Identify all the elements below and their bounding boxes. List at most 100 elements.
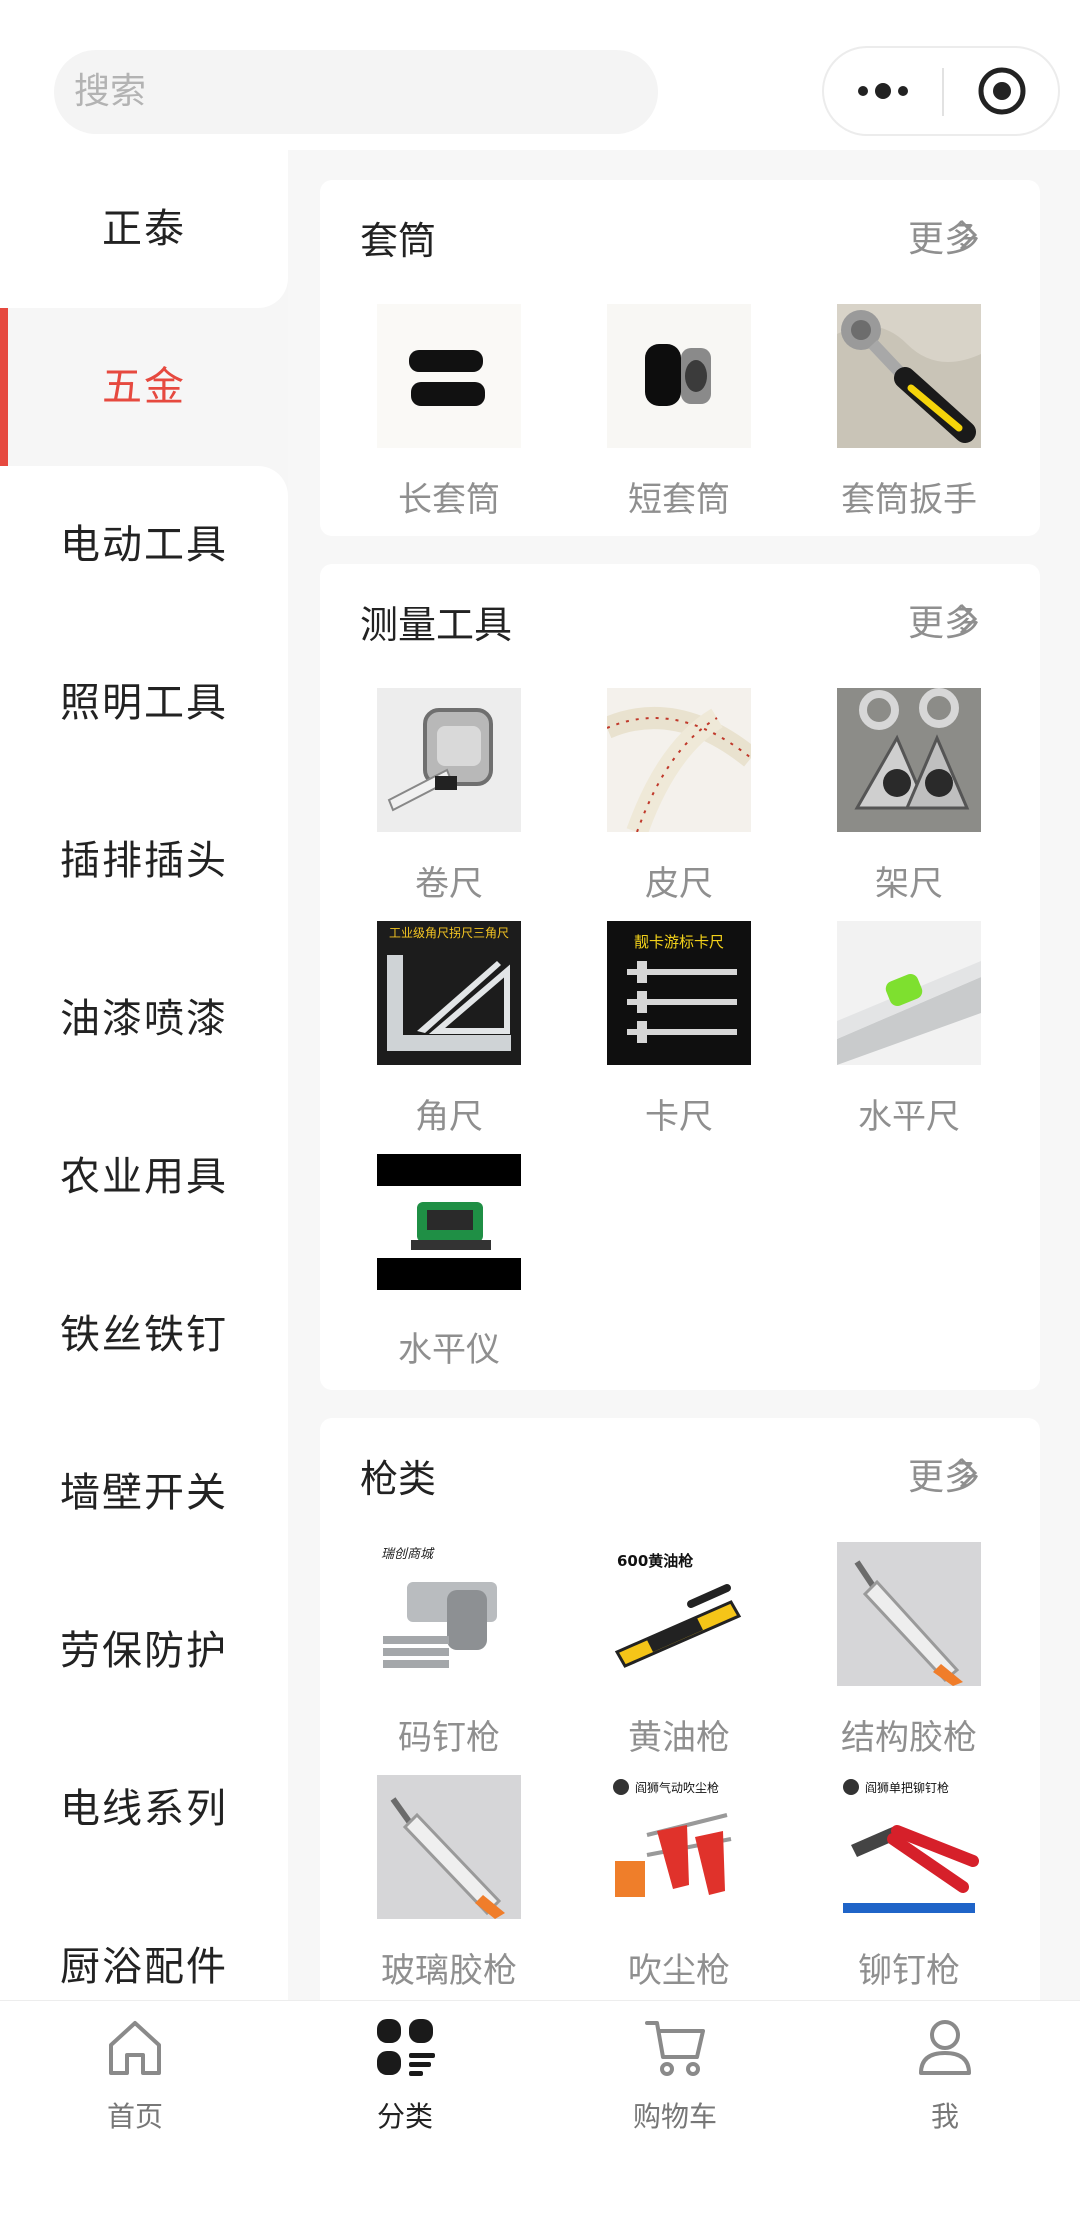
top-bar: 搜索 — [0, 0, 1080, 150]
chevron-right-icon — [959, 603, 978, 635]
product-spirit-level[interactable]: 水平尺 — [780, 921, 1010, 1153]
angle-ruler-image: 工业级角尺拐尺三角尺 — [377, 921, 521, 1065]
air-blow-gun-image: 阎狮气动吹尘枪 — [607, 1775, 751, 1919]
product-label: 吹尘枪 — [628, 1951, 730, 1991]
product-grease-gun[interactable]: 600黄油枪 黄油枪 — [550, 1542, 780, 1774]
chevron-right-icon — [959, 219, 978, 251]
section-measuring-tools: 测量工具 更多 卷尺 皮尺 架尺 工业级角尺拐尺三角尺 角尺 靓卡游标卡尺 卡尺… — [320, 564, 1040, 1390]
cart-icon — [645, 2021, 705, 2076]
product-label: 水平仪 — [398, 1330, 500, 1370]
product-silicone-gun[interactable]: 玻璃胶枪 — [320, 1775, 550, 2000]
product-label: 黄油枪 — [628, 1718, 730, 1758]
staple-gun-caption: 瑞创商城 — [381, 1547, 435, 1562]
product-label: 套筒扳手 — [841, 480, 977, 520]
product-label: 水平尺 — [858, 1097, 960, 1137]
tab-category[interactable]: 分类 — [335, 2015, 475, 2135]
more-options-button[interactable] — [824, 48, 942, 134]
grease-gun-image: 600黄油枪 — [607, 1542, 751, 1686]
target-icon — [978, 67, 1026, 115]
product-cloth-tape[interactable]: 皮尺 — [550, 688, 780, 920]
sidebar-item-lighting-tools[interactable]: 照明工具 — [0, 624, 288, 782]
short-socket-image — [607, 304, 751, 448]
category-content: 套筒 更多 长套筒 短套筒 套筒扳手 测量工具 更多 卷尺 皮尺 架尺 工业级角… — [288, 150, 1080, 2000]
tab-label: 分类 — [376, 2100, 433, 2133]
product-frame-tape[interactable]: 架尺 — [780, 688, 1010, 920]
section-title: 套筒 — [360, 219, 437, 263]
tab-label: 首页 — [106, 2100, 163, 2133]
product-short-socket[interactable]: 短套筒 — [550, 304, 780, 536]
section-title: 枪类 — [360, 1457, 437, 1501]
cloth-tape-image — [607, 688, 751, 832]
product-staple-gun[interactable]: 瑞创商城 码钉枪 — [320, 1542, 550, 1774]
more-link[interactable]: 更多 — [840, 1418, 1040, 1528]
spirit-level-image — [837, 921, 981, 1065]
product-label: 码钉枪 — [398, 1718, 500, 1758]
sidebar-item-power-tools[interactable]: 电动工具 — [0, 466, 288, 624]
product-laser-level[interactable]: 水平仪 — [320, 1154, 550, 1386]
sidebar-item-labor-protection[interactable]: 劳保防护 — [0, 1572, 288, 1730]
tab-cart[interactable]: 购物车 — [605, 2015, 745, 2135]
tape-measure-image — [377, 688, 521, 832]
air-blow-gun-caption: 阎狮气动吹尘枪 — [635, 1780, 719, 1795]
tab-me[interactable]: 我 — [875, 2015, 1015, 2135]
more-link[interactable]: 更多 — [840, 564, 1040, 674]
search-input[interactable]: 搜索 — [54, 50, 658, 134]
ratchet-wrench-image — [837, 304, 981, 448]
tab-label: 我 — [930, 2100, 959, 2133]
product-label: 卷尺 — [415, 864, 483, 904]
staple-gun-image: 瑞创商城 — [377, 1542, 521, 1686]
miniprogram-capsule — [822, 46, 1060, 136]
sidebar-item-wire-nails[interactable]: 铁丝铁钉 — [0, 1256, 288, 1414]
product-rivet-gun[interactable]: 阎狮单把铆钉枪 铆钉枪 — [780, 1775, 1010, 2000]
category-icon — [377, 2019, 435, 2076]
home-icon — [109, 2021, 161, 2075]
product-label: 卡尺 — [645, 1097, 713, 1137]
product-label: 短套筒 — [628, 480, 730, 520]
product-label: 长套筒 — [398, 480, 500, 520]
sidebar-item-kitchen-bath[interactable]: 厨浴配件 — [0, 1888, 288, 2000]
structural-glue-gun-image — [837, 1542, 981, 1686]
sidebar-item-plugs-sockets[interactable]: 插排插头 — [0, 782, 288, 940]
silicone-gun-image — [377, 1775, 521, 1919]
product-air-blow-gun[interactable]: 阎狮气动吹尘枪 吹尘枪 — [550, 1775, 780, 2000]
tab-home[interactable]: 首页 — [65, 2015, 205, 2135]
sidebar-item-wire-series[interactable]: 电线系列 — [0, 1730, 288, 1888]
grease-gun-caption: 600黄油枪 — [617, 1552, 693, 1570]
sidebar-item-zhengtai[interactable]: 正泰 — [0, 150, 288, 308]
caliper-image: 靓卡游标卡尺 — [607, 921, 751, 1065]
section-sockets: 套筒 更多 长套筒 短套筒 套筒扳手 — [320, 180, 1040, 536]
sidebar-item-paint-spray[interactable]: 油漆喷漆 — [0, 940, 288, 1098]
product-caliper[interactable]: 靓卡游标卡尺 卡尺 — [550, 921, 780, 1153]
laser-level-image — [377, 1154, 521, 1298]
user-icon — [919, 2020, 971, 2075]
product-ratchet-wrench[interactable]: 套筒扳手 — [780, 304, 1010, 536]
category-sidebar: 正泰 五金 电动工具 照明工具 插排插头 油漆喷漆 农业用具 铁丝铁钉 墙壁开关… — [0, 150, 288, 2000]
product-structural-glue-gun[interactable]: 结构胶枪 — [780, 1542, 1010, 1774]
product-label: 玻璃胶枪 — [381, 1951, 517, 1991]
rivet-gun-image: 阎狮单把铆钉枪 — [837, 1775, 981, 1919]
product-label: 结构胶枪 — [841, 1718, 977, 1758]
chevron-right-icon — [959, 1457, 978, 1489]
product-long-socket[interactable]: 长套筒 — [320, 304, 550, 536]
product-label: 铆钉枪 — [858, 1951, 960, 1991]
sidebar-item-hardware[interactable]: 五金 — [0, 308, 288, 466]
caliper-caption: 靓卡游标卡尺 — [634, 933, 724, 951]
angle-ruler-caption: 工业级角尺拐尺三角尺 — [389, 925, 509, 940]
more-dots-icon — [858, 83, 908, 99]
product-label: 皮尺 — [645, 864, 713, 904]
long-socket-image — [377, 304, 521, 448]
frame-tape-image — [837, 688, 981, 832]
sidebar-item-wall-switches[interactable]: 墙壁开关 — [0, 1414, 288, 1572]
section-guns: 枪类 更多 瑞创商城 码钉枪 600黄油枪 黄油枪 结构胶枪 玻璃胶枪 阎狮气动… — [320, 1418, 1040, 2000]
product-label: 架尺 — [875, 864, 943, 904]
sidebar-item-agricultural[interactable]: 农业用具 — [0, 1098, 288, 1256]
tab-label: 购物车 — [632, 2100, 717, 2133]
close-miniprogram-button[interactable] — [944, 48, 1060, 134]
bottom-tab-bar: 首页 分类 购物车 我 — [0, 2000, 1080, 2238]
section-title: 测量工具 — [360, 603, 513, 647]
product-label: 角尺 — [415, 1097, 483, 1137]
rivet-gun-caption: 阎狮单把铆钉枪 — [865, 1780, 949, 1795]
product-tape-measure[interactable]: 卷尺 — [320, 688, 550, 920]
product-angle-ruler[interactable]: 工业级角尺拐尺三角尺 角尺 — [320, 921, 550, 1153]
more-link[interactable]: 更多 — [840, 180, 1040, 290]
